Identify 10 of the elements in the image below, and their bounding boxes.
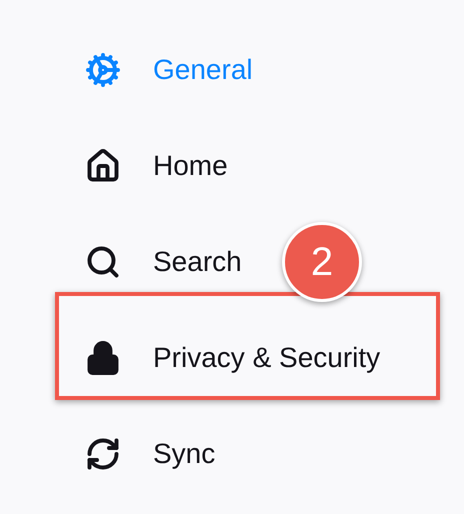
nav-item[interactable]: Search [85,244,242,280]
house-icon [85,148,121,184]
nav-item[interactable]: Sync [85,436,216,472]
nav-item[interactable]: Privacy & Security [85,340,380,376]
padlock-icon [85,340,121,376]
step-badge: 2 [282,222,362,302]
nav-item[interactable]: Home [85,148,228,184]
sync-icon [85,436,121,472]
gear-icon [85,52,121,88]
search-icon [85,244,121,280]
